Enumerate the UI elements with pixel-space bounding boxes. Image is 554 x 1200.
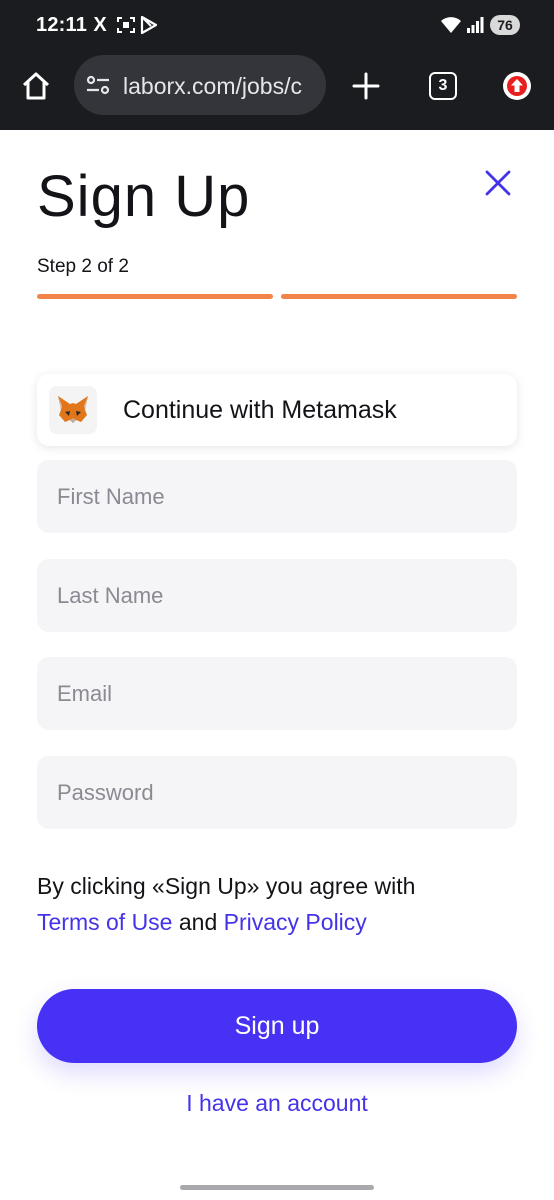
- metamask-fox-icon: [49, 386, 97, 434]
- screenshot-icon: [116, 14, 136, 36]
- status-time: 12:11: [36, 14, 88, 36]
- first-name-field[interactable]: [37, 460, 517, 533]
- continue-with-metamask-button[interactable]: Continue with Metamask: [37, 374, 517, 446]
- gesture-bar[interactable]: [180, 1185, 374, 1190]
- tab-switcher-icon[interactable]: 3: [429, 72, 457, 100]
- terms-notice: By clicking «Sign Up» you agree with Ter…: [37, 868, 517, 940]
- email-field[interactable]: [37, 657, 517, 730]
- step-indicator: Step 2 of 2: [37, 256, 129, 277]
- progress-segment-1: [37, 294, 273, 299]
- play-store-icon: [140, 14, 158, 36]
- signal-icon: [466, 14, 484, 36]
- have-account-link[interactable]: I have an account: [0, 1090, 554, 1117]
- site-settings-icon[interactable]: [86, 74, 110, 96]
- url-text[interactable]: laborx.com/jobs/c: [123, 73, 323, 99]
- address-bar[interactable]: laborx.com/jobs/c: [74, 55, 326, 115]
- page-title: Sign Up: [37, 164, 251, 229]
- home-icon[interactable]: [20, 70, 52, 102]
- update-icon[interactable]: [503, 72, 531, 100]
- battery-indicator: 76: [490, 15, 520, 35]
- password-field[interactable]: [37, 756, 517, 829]
- close-icon[interactable]: [484, 169, 512, 197]
- x-app-icon: X: [93, 14, 107, 36]
- new-tab-plus-icon[interactable]: [350, 70, 382, 102]
- wifi-icon: [440, 14, 462, 36]
- terms-of-use-link[interactable]: Terms of Use: [37, 909, 172, 935]
- browser-toolbar: laborx.com/jobs/c 3: [0, 52, 554, 130]
- sign-up-button[interactable]: Sign up: [37, 989, 517, 1063]
- terms-prefix: By clicking «Sign Up» you agree with: [37, 873, 416, 899]
- last-name-field[interactable]: [37, 559, 517, 632]
- progress-segment-2: [281, 294, 517, 299]
- terms-and: and: [178, 909, 218, 935]
- metamask-button-label: Continue with Metamask: [123, 396, 397, 424]
- status-bar: 12:11 X 76: [0, 0, 554, 52]
- privacy-policy-link[interactable]: Privacy Policy: [224, 909, 367, 935]
